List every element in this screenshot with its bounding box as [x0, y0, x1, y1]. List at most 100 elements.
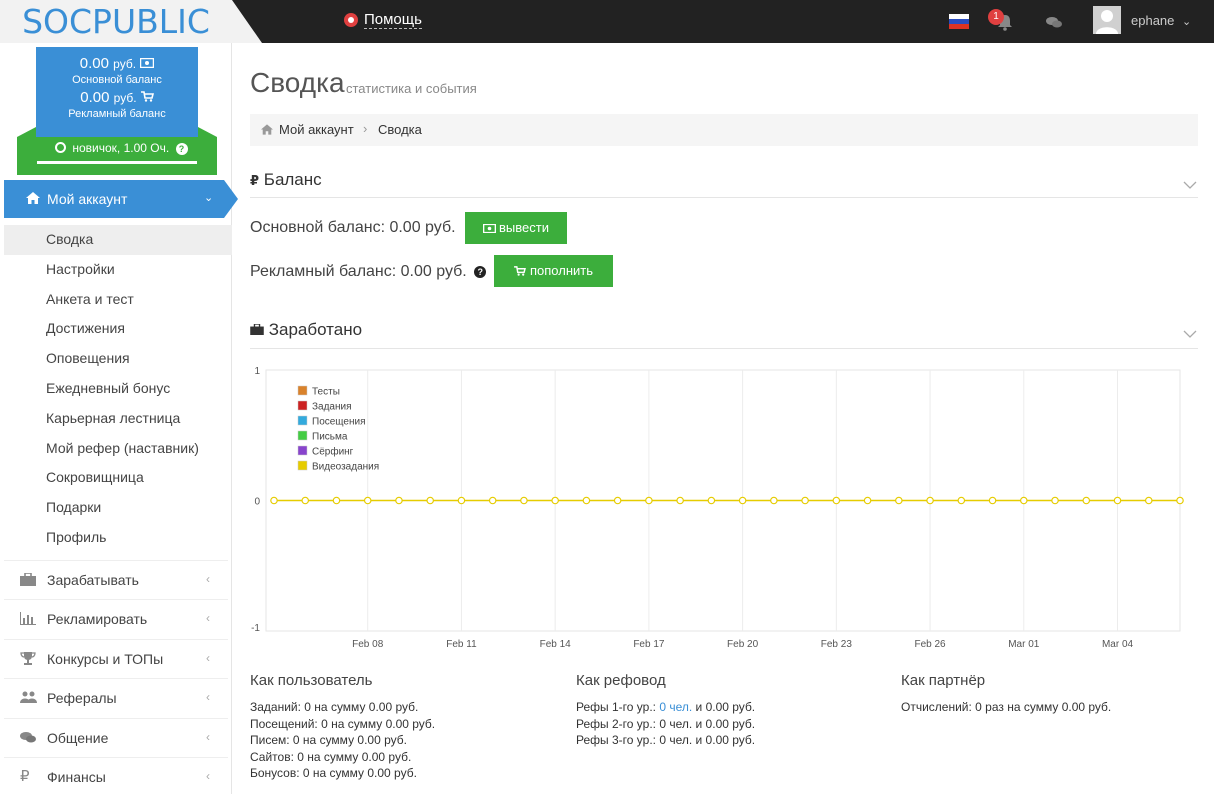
subnav-item-summary[interactable]: Сводка [4, 225, 232, 255]
data-point [863, 496, 872, 505]
sidebar-item-communication[interactable]: Общение ‹ [4, 717, 228, 757]
ad-balance-line: Рекламный баланс: 0.00 руб. ? [250, 263, 487, 281]
chevron-down-icon[interactable] [1183, 180, 1197, 190]
stats-line: Сайтов: 0 на сумму 0.00 руб. [250, 749, 412, 764]
stats-line: Посещений: 0 на сумму 0.00 руб. [250, 716, 436, 731]
lifebuoy-icon [344, 13, 358, 27]
level-indicator: новичок, 1.00 Оч. ? [55, 141, 188, 155]
ruble-icon: ₽ [250, 173, 260, 188]
data-point [426, 496, 435, 505]
x-tick-label: Feb 26 [914, 639, 946, 650]
chevron-left-icon: ‹ [206, 690, 210, 705]
data-point [1113, 496, 1122, 505]
sidebar-item-label: Мой аккаунт [47, 191, 128, 207]
x-tick-label: Feb 20 [727, 639, 759, 650]
topup-button[interactable]: пополнить [494, 255, 613, 287]
home-icon [26, 192, 40, 204]
help-circle-icon[interactable]: ? [175, 143, 188, 155]
page-subtitle: статистика и события [346, 81, 477, 96]
circle-icon [55, 142, 66, 153]
data-point [301, 496, 310, 505]
chevron-left-icon: ‹ [206, 572, 210, 586]
breadcrumb-summary: Сводка [378, 122, 422, 137]
data-point [332, 496, 341, 505]
subnav-item-achievements[interactable]: Достижения [4, 314, 232, 344]
subnav-item-career-ladder[interactable]: Карьерная лестница [4, 404, 232, 434]
x-tick-label: Mar 04 [1102, 639, 1134, 650]
subnav-item-notifications[interactable]: Оповещения [4, 344, 232, 374]
chat-icon[interactable] [1046, 16, 1062, 28]
data-point [707, 496, 716, 505]
sidebar-item-referrals[interactable]: Рефералы ‹ [4, 678, 228, 717]
data-point [1144, 496, 1153, 505]
sidebar-item-earn[interactable]: Зарабатывать ‹ [4, 560, 228, 599]
russian-flag-icon[interactable] [949, 14, 969, 29]
divider [250, 197, 1198, 198]
top-bar: SOCPUBLIC Помощь 1 ephane ⌄ [0, 0, 1214, 43]
cart-icon [140, 91, 154, 102]
stats-line: Рефы 1-го ур.: 0 чел. и 0.00 руб. [576, 700, 756, 714]
data-point [363, 496, 372, 505]
cart-icon [514, 266, 526, 276]
y-tick-label: 1 [254, 366, 260, 377]
data-point [926, 496, 934, 505]
page-title: Сводка [250, 67, 345, 98]
main-balance-label: Основной баланс [72, 74, 162, 86]
briefcase-icon [250, 323, 264, 335]
account-submenu: Сводка Настройки Анкета и тест Достижени… [4, 225, 232, 553]
withdraw-button[interactable]: вывести [465, 212, 567, 244]
help-link[interactable]: Помощь [344, 11, 422, 29]
subnav-item-profile[interactable]: Профиль [4, 523, 232, 553]
logo[interactable]: SOCPUBLIC [0, 0, 232, 43]
legend-swatch [297, 385, 308, 396]
data-point [801, 496, 809, 505]
data-point [895, 496, 903, 505]
chevron-left-icon: ‹ [206, 729, 210, 744]
subnav-item-my-referrer[interactable]: Мой рефер (наставник) [4, 434, 232, 464]
stats-as-user: Как пользователь Заданий: 0 на сумму 0.0… [250, 672, 435, 782]
level-text: новичок, 1.00 Оч. [72, 141, 170, 155]
level-widget[interactable]: новичок, 1.00 Оч. ? [17, 137, 217, 175]
data-point [1051, 496, 1059, 505]
referrals-level1-link[interactable]: 0 чел. [659, 700, 692, 714]
subnav-item-daily-bonus[interactable]: Ежедневный бонус [4, 374, 232, 404]
stats-line: Бонусов: 0 на сумму 0.00 руб. [250, 766, 417, 780]
subnav-item-profile-test[interactable]: Анкета и тест [4, 285, 232, 315]
breadcrumb: Мой аккаунт › Сводка [250, 114, 1198, 146]
logo-area: SOCPUBLIC [0, 0, 262, 43]
legend-swatch [297, 430, 308, 441]
avatar[interactable] [1093, 6, 1121, 34]
legend-label: Тесты [312, 387, 340, 398]
sidebar-item-contests[interactable]: Конкурсы и ТОПы ‹ [4, 638, 228, 678]
data-point [676, 496, 684, 505]
x-tick-label: Feb 23 [821, 639, 853, 650]
data-point [988, 496, 997, 505]
help-circle-icon[interactable]: ? [474, 266, 487, 278]
sidebar-item-my-account[interactable]: Мой аккаунт ⌄ [4, 180, 238, 218]
breadcrumb-my-account[interactable]: Мой аккаунт [279, 122, 354, 137]
subnav-item-treasury[interactable]: Сокровищница [4, 463, 232, 493]
data-point [270, 496, 278, 505]
data-point [395, 496, 403, 505]
balance-section-title: ₽ Баланс [250, 170, 322, 189]
legend-swatch [297, 445, 308, 456]
data-point [770, 496, 778, 505]
chevron-down-icon[interactable] [1183, 329, 1197, 339]
subnav-item-settings[interactable]: Настройки [4, 255, 232, 285]
level-progress-bar [37, 161, 197, 164]
chevron-down-icon: ⌄ [1182, 16, 1192, 28]
sidebar-item-advertise[interactable]: Рекламировать ‹ [4, 599, 228, 638]
data-point [832, 496, 841, 505]
chat-icon [20, 731, 36, 745]
subnav-item-gifts[interactable]: Подарки [4, 493, 232, 523]
sidebar-item-finances[interactable]: ₽ Финансы ‹ [4, 756, 228, 794]
sidebar: 0.00 руб. Основной баланс 0.00 руб. Рекл… [0, 43, 238, 794]
ad-balance-label: Рекламный баланс [68, 108, 166, 120]
data-point [551, 496, 559, 505]
x-tick-label: Feb 11 [446, 639, 477, 650]
user-menu[interactable]: ephane ⌄ [1131, 13, 1191, 28]
x-tick-label: Feb 17 [633, 639, 665, 650]
divider [250, 348, 1198, 349]
legend-label: Посещения [312, 417, 366, 428]
help-label: Помощь [364, 11, 422, 29]
